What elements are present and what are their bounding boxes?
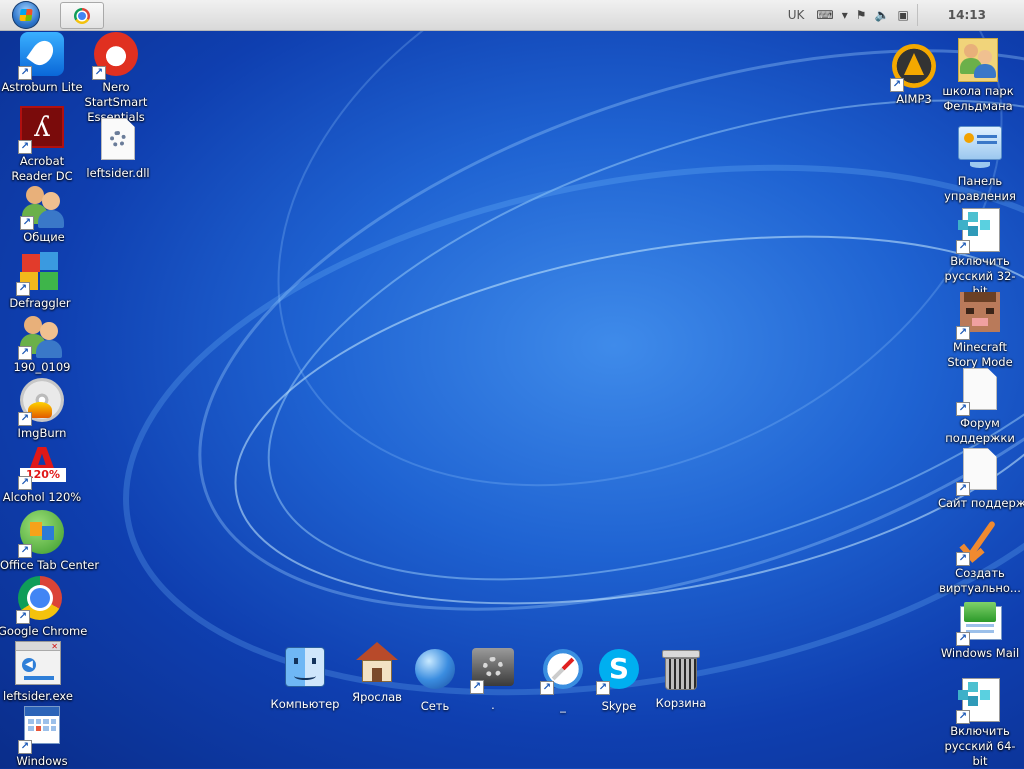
dock-label: Компьютер: [270, 697, 340, 711]
desktop-icon-windows-mail[interactable]: ↗ Windows Mail: [938, 598, 1022, 661]
nero-icon: ↗: [92, 32, 140, 80]
exe-window-icon: ✕ ◀: [14, 641, 62, 689]
dock-label: Skype: [601, 699, 637, 713]
settings-icon: ↗: [470, 648, 516, 694]
dll-file-icon: [94, 118, 142, 166]
desktop-icon-create-virtual[interactable]: ↗ Создать виртуально...: [938, 518, 1022, 596]
desktop-icon-site[interactable]: ↗ Сайт поддержки: [938, 446, 1024, 511]
trash-icon: [658, 646, 704, 692]
desktop-icon-alcohol[interactable]: A 120% ↗ Alcohol 120%: [0, 442, 84, 505]
desktop-icon-russian-32bit[interactable]: ↗ Включить русский 32-bit: [938, 206, 1022, 299]
skype-icon: S ↗: [596, 649, 642, 695]
desktop-icon-astroburn[interactable]: ↗ Astroburn Lite: [0, 30, 84, 95]
desktop-icon-nero[interactable]: ↗ Nero StartSmart Essentials: [74, 30, 158, 125]
control-panel-icon: [956, 126, 1004, 174]
icon-label: leftsider.dll: [86, 166, 150, 180]
desktop-icon-acrobat[interactable]: ʎ ↗ Acrobat Reader DC: [0, 104, 84, 184]
imgburn-icon: ↗: [18, 378, 66, 426]
icon-label: Сайт поддержки: [938, 496, 1024, 510]
taskbar: UK ⌨ ▾ ⚑ 🔈 ▣ 14:13: [0, 0, 1024, 31]
language-indicator[interactable]: UK: [788, 8, 805, 22]
volume-icon[interactable]: 🔈: [875, 8, 890, 22]
flag-icon[interactable]: ⚑: [856, 8, 867, 22]
chrome-icon: ↗: [16, 576, 64, 624]
desktop-icon-leftsider-dll[interactable]: leftsider.dll: [76, 116, 160, 181]
desktop-icon-leftsider-exe[interactable]: ✕ ◀ leftsider.exe: [0, 640, 80, 704]
users-icon: ↗: [20, 182, 68, 230]
chevron-down-icon[interactable]: ▾: [842, 8, 848, 22]
globe-icon: [412, 649, 458, 695]
astroburn-icon: ↗: [18, 32, 66, 80]
start-button[interactable]: [6, 0, 46, 30]
finder-icon: [282, 647, 328, 693]
users-icon: [954, 36, 1002, 84]
icon-label: Defraggler: [9, 296, 71, 310]
dock-item-trash[interactable]: Корзина: [646, 646, 716, 710]
icon-label: Google Chrome: [0, 624, 88, 638]
icon-label: Форум поддержки: [945, 416, 1015, 445]
taskbar-chrome-button[interactable]: [60, 2, 104, 29]
system-tray: UK ⌨ ▾ ⚑ 🔈 ▣ 14:13: [788, 0, 1024, 30]
icon-label: Windows Mail: [940, 646, 1020, 660]
icon-label: Windows: [16, 754, 68, 768]
clock[interactable]: 14:13: [948, 8, 986, 22]
desktop-icon-imgburn[interactable]: ↗ ImgBurn: [0, 376, 84, 441]
registry-icon: ↗: [956, 206, 1004, 254]
office-tab-icon: ↗: [18, 510, 66, 558]
desktop-icon-forum[interactable]: ↗ Форум поддержки: [938, 366, 1022, 446]
tray-divider: [916, 4, 918, 26]
desktop-icon-obshchie[interactable]: ↗ Общие: [2, 182, 86, 245]
icon-label: 190_0109: [13, 360, 71, 374]
desktop-icon-shkola-park[interactable]: школа парк Фельдмана: [936, 36, 1020, 114]
dock-label: .: [491, 698, 495, 712]
desktop-icon-control-panel[interactable]: Панель управления: [938, 122, 1022, 204]
desktop-icon-minecraft[interactable]: ↗ Minecraft Story Mode: [938, 288, 1022, 370]
dock-label: Корзина: [655, 696, 707, 710]
icon-label: Office Tab Center: [0, 558, 100, 572]
checkmark-icon: ↗: [956, 518, 1004, 566]
keyboard-icon[interactable]: ⌨: [816, 8, 833, 22]
desktop-icon-defraggler[interactable]: ↗ Defraggler: [0, 248, 82, 311]
icon-label: школа парк Фельдмана: [942, 84, 1014, 113]
calendar-icon: ↗: [18, 706, 66, 754]
icon-label: leftsider.exe: [3, 689, 73, 703]
users-icon: ↗: [18, 312, 66, 360]
monitor-icon[interactable]: ▣: [897, 8, 908, 22]
alcohol-icon: A 120% ↗: [18, 442, 66, 490]
aimp-icon: ↗: [890, 44, 938, 92]
icon-label: ImgBurn: [17, 426, 67, 440]
dock-item-skype[interactable]: S ↗ Skype: [584, 646, 654, 713]
registry-icon: ↗: [956, 676, 1004, 724]
minecraft-icon: ↗: [956, 292, 1004, 340]
desktop-icon-office-tab-center[interactable]: ↗ Office Tab Center: [0, 508, 100, 573]
icon-label: Создать виртуально...: [939, 566, 1021, 595]
home-icon: [354, 640, 400, 686]
icon-label: Общие: [23, 230, 65, 244]
chrome-icon: [74, 7, 90, 24]
icon-label: Панель управления: [944, 174, 1016, 203]
desktop-icon-windows-calendar[interactable]: ↗ Windows: [0, 704, 84, 769]
icon-label: Включить русский 64-bit: [944, 724, 1016, 768]
windows-logo-icon: [12, 1, 40, 29]
defraggler-icon: ↗: [16, 248, 64, 296]
document-icon: ↗: [956, 448, 1004, 496]
icon-label: Acrobat Reader DC: [11, 154, 73, 183]
mail-icon: ↗: [956, 598, 1004, 646]
icon-label: Alcohol 120%: [2, 490, 82, 504]
icon-label: Astroburn Lite: [1, 80, 83, 94]
desktop-icon-russian-64bit[interactable]: ↗ Включить русский 64-bit: [938, 676, 1022, 769]
dock-item-computer[interactable]: Компьютер: [270, 644, 340, 711]
desktop-icon-190-0109[interactable]: ↗ 190_0109: [0, 312, 84, 375]
document-icon: ↗: [956, 368, 1004, 416]
desktop-icon-google-chrome[interactable]: ↗ Google Chrome: [0, 574, 88, 639]
safari-icon: ↗: [540, 649, 586, 695]
acrobat-icon: ʎ ↗: [18, 106, 66, 154]
dock-item-settings[interactable]: ↗ .: [458, 646, 528, 712]
